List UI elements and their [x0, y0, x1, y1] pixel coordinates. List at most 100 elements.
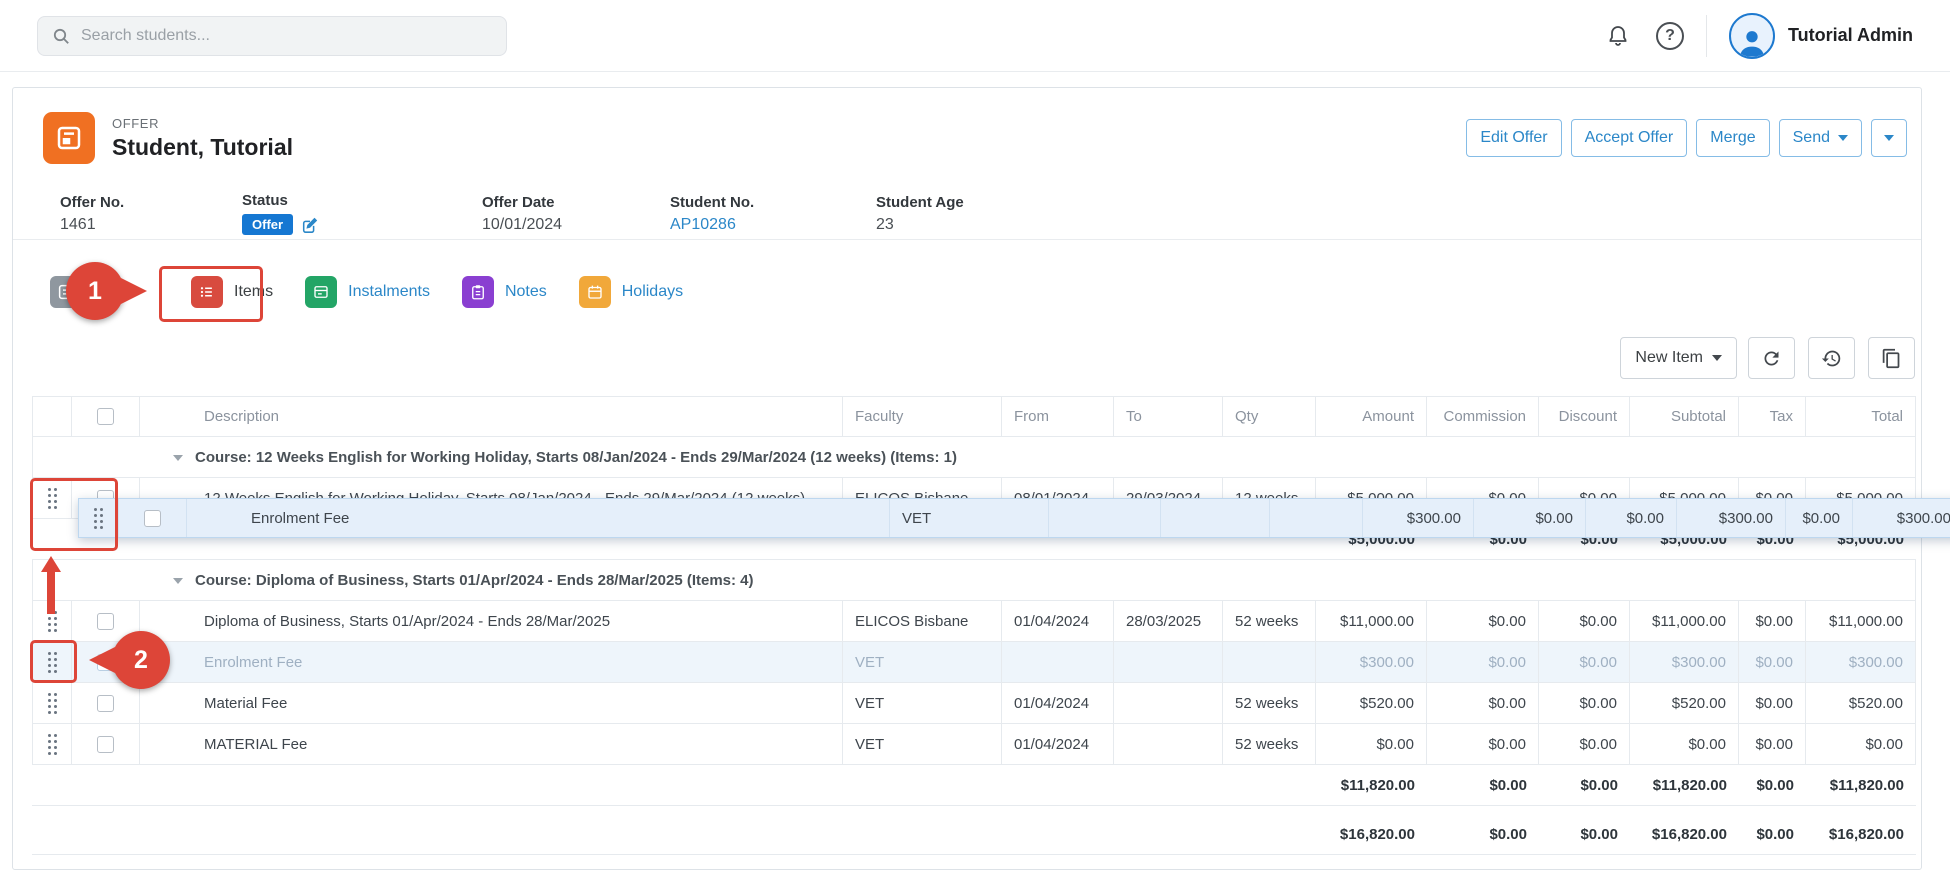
select-all-checkbox[interactable]: [97, 408, 114, 425]
cell-qty: [1270, 499, 1363, 537]
tab-items-label: Items: [234, 283, 273, 301]
column-header-faculty[interactable]: Faculty: [843, 396, 1002, 437]
grand-total-amount: $16,820.00: [1316, 814, 1427, 855]
status-field: Status Offer: [242, 192, 482, 236]
drag-handle-icon[interactable]: [47, 610, 58, 632]
column-header-commission[interactable]: Commission: [1427, 396, 1539, 437]
group-subtotal-row-2: $11,820.00 $0.00 $0.00 $11,820.00 $0.00 …: [32, 765, 1916, 806]
tab-instalments[interactable]: Instalments: [305, 276, 430, 308]
user-avatar[interactable]: [1729, 13, 1775, 59]
merge-button[interactable]: Merge: [1696, 119, 1769, 157]
collapse-caret-icon[interactable]: [173, 455, 183, 461]
cell-total: $300.00: [1806, 642, 1916, 683]
column-header-amount[interactable]: Amount: [1316, 396, 1427, 437]
notifications-button[interactable]: [1606, 23, 1630, 49]
drag-handle-icon[interactable]: [47, 692, 58, 714]
column-header-tax[interactable]: Tax: [1739, 396, 1806, 437]
group-subtotal-amount: $11,820.00: [1316, 765, 1427, 806]
items-table: Description Faculty From To Qty Amount C…: [32, 396, 1916, 855]
chevron-down-icon: [1884, 135, 1894, 141]
accept-offer-button[interactable]: Accept Offer: [1571, 119, 1688, 157]
drag-handle-icon[interactable]: [47, 733, 58, 755]
cell-commission: $0.00: [1427, 601, 1539, 642]
student-no-link[interactable]: AP10286: [670, 216, 876, 234]
table-header-row: Description Faculty From To Qty Amount C…: [32, 396, 1916, 437]
topbar: ? Tutorial Admin: [0, 0, 1950, 72]
course-group-title: Course: Diploma of Business, Starts 01/A…: [195, 572, 754, 589]
table-toolbar: New Item: [32, 320, 1915, 396]
search-box[interactable]: [37, 16, 507, 56]
tab-instalments-label: Instalments: [348, 283, 430, 301]
row-checkbox[interactable]: [97, 613, 114, 630]
drag-handle-cell[interactable]: [32, 478, 72, 519]
cell-subtotal: $300.00: [1630, 642, 1739, 683]
person-icon: [1735, 25, 1769, 57]
cell-description: Enrolment Fee: [140, 642, 843, 683]
cell-commission: $0.00: [1427, 683, 1539, 724]
drag-handle-cell[interactable]: [32, 601, 72, 642]
cell-tax: $0.00: [1739, 683, 1806, 724]
column-header-from[interactable]: From: [1002, 396, 1114, 437]
column-header-total[interactable]: Total: [1806, 396, 1916, 437]
send-button[interactable]: Send: [1779, 119, 1862, 157]
grand-total-subtotal: $16,820.00: [1630, 814, 1739, 855]
tab-holidays[interactable]: Holidays: [579, 276, 683, 308]
row-checkbox[interactable]: [97, 736, 114, 753]
column-header-to[interactable]: To: [1114, 396, 1223, 437]
cell-amount: $300.00: [1363, 499, 1474, 537]
cell-discount: $0.00: [1539, 683, 1630, 724]
user-name[interactable]: Tutorial Admin: [1788, 25, 1913, 46]
edit-offer-button[interactable]: Edit Offer: [1466, 119, 1561, 157]
table-row-course-2: Diploma of Business, Starts 01/Apr/2024 …: [32, 601, 1916, 642]
more-actions-button[interactable]: [1871, 119, 1907, 157]
collapse-caret-icon[interactable]: [173, 578, 183, 584]
duplicate-button[interactable]: [1868, 337, 1915, 379]
dragged-row[interactable]: Enrolment Fee VET $300.00 $0.00 $0.00 $3…: [78, 498, 1950, 538]
cell-amount: $300.00: [1316, 642, 1427, 683]
cell-to: [1114, 724, 1223, 765]
row-checkbox[interactable]: [144, 510, 161, 527]
cell-amount: $0.00: [1316, 724, 1427, 765]
chevron-down-icon: [1712, 355, 1722, 361]
cell-to: [1114, 642, 1223, 683]
cell-commission: $0.00: [1427, 724, 1539, 765]
table-row-material-fee: Material Fee VET 01/04/2024 52 weeks $52…: [32, 683, 1916, 724]
drag-handle-cell[interactable]: [32, 683, 72, 724]
row-checkbox[interactable]: [97, 695, 114, 712]
new-item-button[interactable]: New Item: [1620, 337, 1737, 379]
help-button[interactable]: ?: [1656, 22, 1684, 50]
history-button[interactable]: [1808, 337, 1855, 379]
table-row-material-fee-2: MATERIAL Fee VET 01/04/2024 52 weeks $0.…: [32, 724, 1916, 765]
search-input[interactable]: [81, 27, 493, 45]
edit-status-icon[interactable]: [301, 216, 319, 234]
cell-to: [1114, 683, 1223, 724]
tab-bar: Items Instalments Notes Holidays: [13, 240, 1921, 320]
tab-notes[interactable]: Notes: [462, 276, 547, 308]
drag-column-header: [32, 396, 72, 437]
refresh-button[interactable]: [1748, 337, 1795, 379]
cell-from: 01/04/2024: [1002, 683, 1114, 724]
group-subtotal-subtotal: $11,820.00: [1630, 765, 1739, 806]
cell-faculty: VET: [843, 724, 1002, 765]
cell-qty: [1223, 642, 1316, 683]
tab-items[interactable]: Items: [191, 276, 273, 308]
cell-amount: $520.00: [1316, 683, 1427, 724]
drag-handle-cell[interactable]: [32, 642, 72, 683]
column-header-qty[interactable]: Qty: [1223, 396, 1316, 437]
cell-to: 28/03/2025: [1114, 601, 1223, 642]
cell-subtotal: $520.00: [1630, 683, 1739, 724]
tab-holidays-label: Holidays: [622, 283, 683, 301]
drag-handle-cell[interactable]: [32, 724, 72, 765]
tab-offer[interactable]: [50, 276, 159, 308]
row-checkbox[interactable]: [97, 654, 114, 671]
drag-handle-icon[interactable]: [47, 487, 58, 509]
column-header-subtotal[interactable]: Subtotal: [1630, 396, 1739, 437]
spacer-row: [32, 806, 1916, 814]
offer-tab-icon: [50, 276, 82, 308]
column-header-description[interactable]: Description: [140, 396, 843, 437]
drag-handle-icon[interactable]: [93, 507, 104, 529]
course-group-header-2: Course: Diploma of Business, Starts 01/A…: [32, 560, 1916, 601]
drag-handle-icon[interactable]: [47, 651, 58, 673]
column-header-discount[interactable]: Discount: [1539, 396, 1630, 437]
drag-handle-cell[interactable]: [79, 499, 119, 537]
